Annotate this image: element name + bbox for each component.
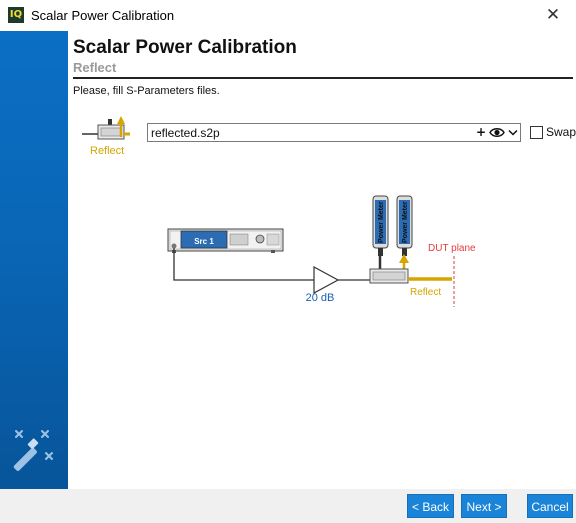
calibration-diagram: Reflect Src 1 20 dB Power Meter Power Me… (82, 116, 476, 307)
source-label: Src 1 (194, 237, 214, 246)
title-bar: IQ Scalar Power Calibration ✕ (0, 0, 576, 31)
window-title: Scalar Power Calibration (31, 8, 175, 23)
reflect-label: Reflect (410, 287, 441, 298)
signal-source-instrument (167, 228, 284, 253)
directional-coupler (369, 268, 409, 284)
next-button[interactable]: Next > (461, 494, 507, 518)
back-button[interactable]: < Back (407, 494, 454, 518)
wizard-footer: < Back Next > Cancel (0, 489, 576, 523)
wizard-content: Scalar Power Calibration Reflect Please,… (68, 31, 576, 489)
wizard-sidebar (0, 31, 68, 489)
power-meter-2-label: Power Meter (402, 201, 409, 243)
magic-wand-icon (13, 430, 53, 471)
dut-plane-label: DUT plane (428, 243, 476, 254)
app-icon: IQ (8, 7, 24, 23)
amplifier-gain-label: 20 dB (306, 292, 335, 304)
thumbnail-reflect-label: Reflect (90, 145, 124, 157)
power-meter-1-label: Power Meter (378, 201, 385, 243)
reflect-thumbnail-icon (82, 116, 130, 140)
close-button[interactable]: ✕ (530, 0, 576, 31)
cancel-button[interactable]: Cancel (527, 494, 573, 518)
amplifier-icon (313, 265, 340, 295)
